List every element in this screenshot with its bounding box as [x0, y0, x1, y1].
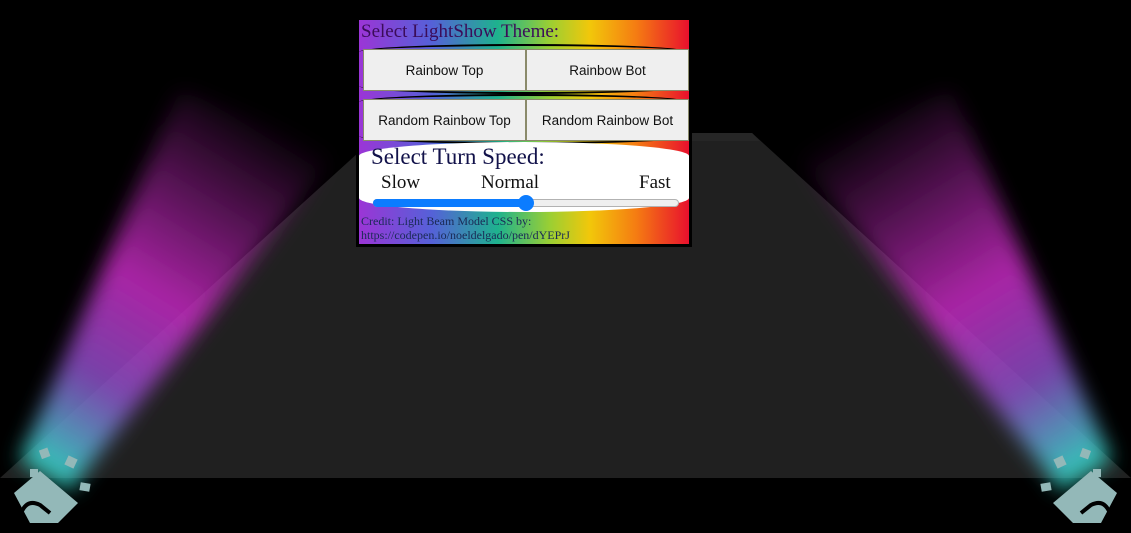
turn-speed-section: Select Turn Speed: Slow Normal Fast [359, 142, 689, 212]
theme-button-row-top: Rainbow Top Rainbow Bot [359, 44, 689, 94]
slider-thumb[interactable] [518, 195, 534, 211]
credit-link[interactable]: https://codepen.io/noeldelgado/pen/dYEPr… [361, 228, 681, 242]
theme-button-row-random: Random Rainbow Top Random Rainbow Bot [359, 94, 689, 144]
speed-label-normal: Normal [481, 172, 540, 193]
slider-fill [373, 199, 526, 207]
random-rainbow-bot-button[interactable]: Random Rainbow Bot [526, 99, 689, 141]
turn-speed-slider[interactable] [373, 195, 679, 211]
random-rainbow-top-button[interactable]: Random Rainbow Top [363, 99, 526, 141]
spotlight-icon [14, 447, 91, 523]
speed-label-slow: Slow [381, 172, 421, 193]
turn-speed-title: Select Turn Speed: [371, 144, 545, 169]
spotlight-icon [1040, 447, 1117, 523]
speed-label-fast: Fast [639, 172, 671, 193]
stage: Select LightShow Theme: Rainbow Top Rain… [0, 0, 1131, 533]
rainbow-bot-button[interactable]: Rainbow Bot [526, 49, 689, 91]
rainbow-top-button[interactable]: Rainbow Top [363, 49, 526, 91]
lightshow-control-panel: Select LightShow Theme: Rainbow Top Rain… [356, 17, 692, 247]
credit-line: Credit: Light Beam Model CSS by: [361, 214, 532, 228]
credit-text: Credit: Light Beam Model CSS by: https:/… [361, 214, 681, 242]
panel-title: Select LightShow Theme: [361, 21, 560, 42]
